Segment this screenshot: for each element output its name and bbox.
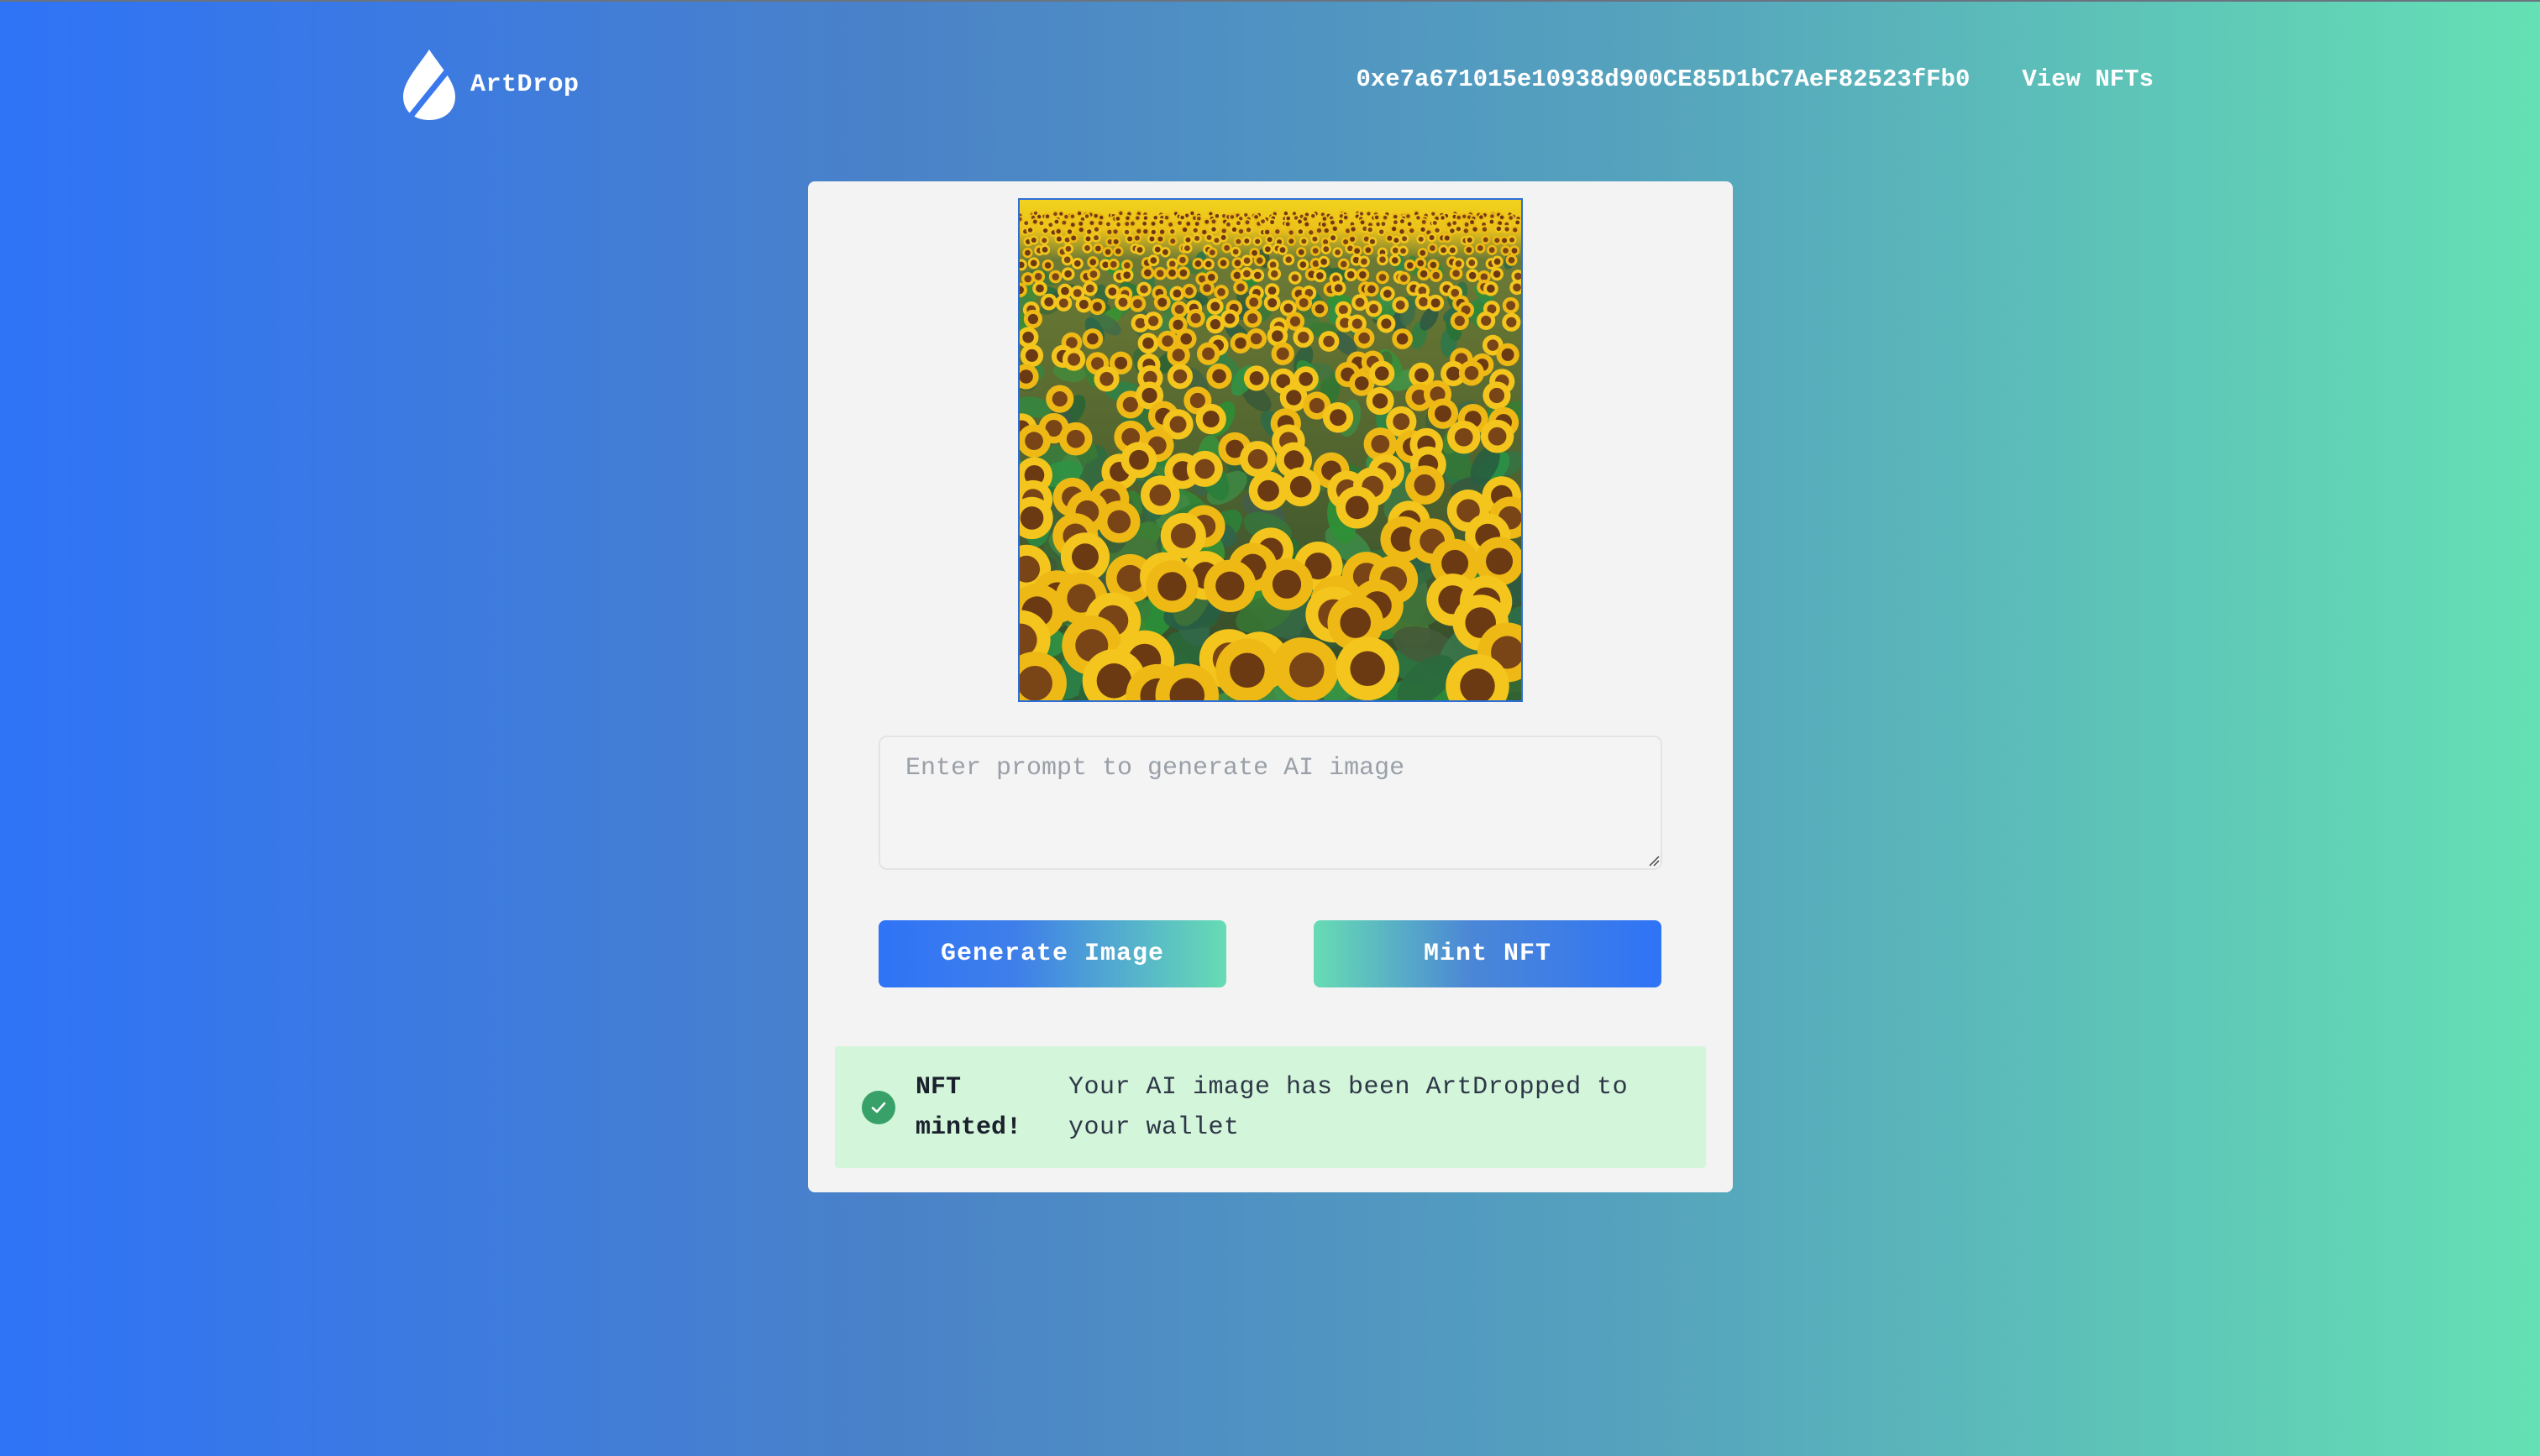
check-circle-icon — [862, 1090, 895, 1124]
success-alert: NFT minted! Your AI image has been ArtDr… — [835, 1046, 1706, 1168]
prompt-input[interactable] — [879, 736, 1662, 870]
generate-image-button[interactable]: Generate Image — [879, 920, 1226, 987]
wallet-address: 0xe7a671015e10938d900CE85D1bC7AeF82523fF… — [1356, 65, 1971, 93]
alert-description: Your AI image has been ArtDropped to you… — [1068, 1072, 1629, 1142]
sunflower-field-image — [1020, 200, 1521, 700]
window-top-border — [0, 0, 2540, 2]
generated-image — [1018, 198, 1523, 702]
top-nav: 0xe7a671015e10938d900CE85D1bC7AeF82523fF… — [1356, 65, 2154, 93]
brand-logo-link[interactable]: ArtDrop — [400, 47, 580, 123]
mint-nft-button[interactable]: Mint NFT — [1314, 920, 1661, 987]
resize-handle-icon[interactable] — [1648, 855, 1660, 867]
view-nfts-link[interactable]: View NFTs — [2022, 65, 2154, 93]
drop-logo-icon — [400, 48, 459, 122]
alert-title: NFT minted! — [916, 1072, 1022, 1142]
brand-name: ArtDrop — [470, 71, 580, 99]
generator-card: Generate Image Mint NFT NFT minted! Your… — [808, 181, 1733, 1192]
